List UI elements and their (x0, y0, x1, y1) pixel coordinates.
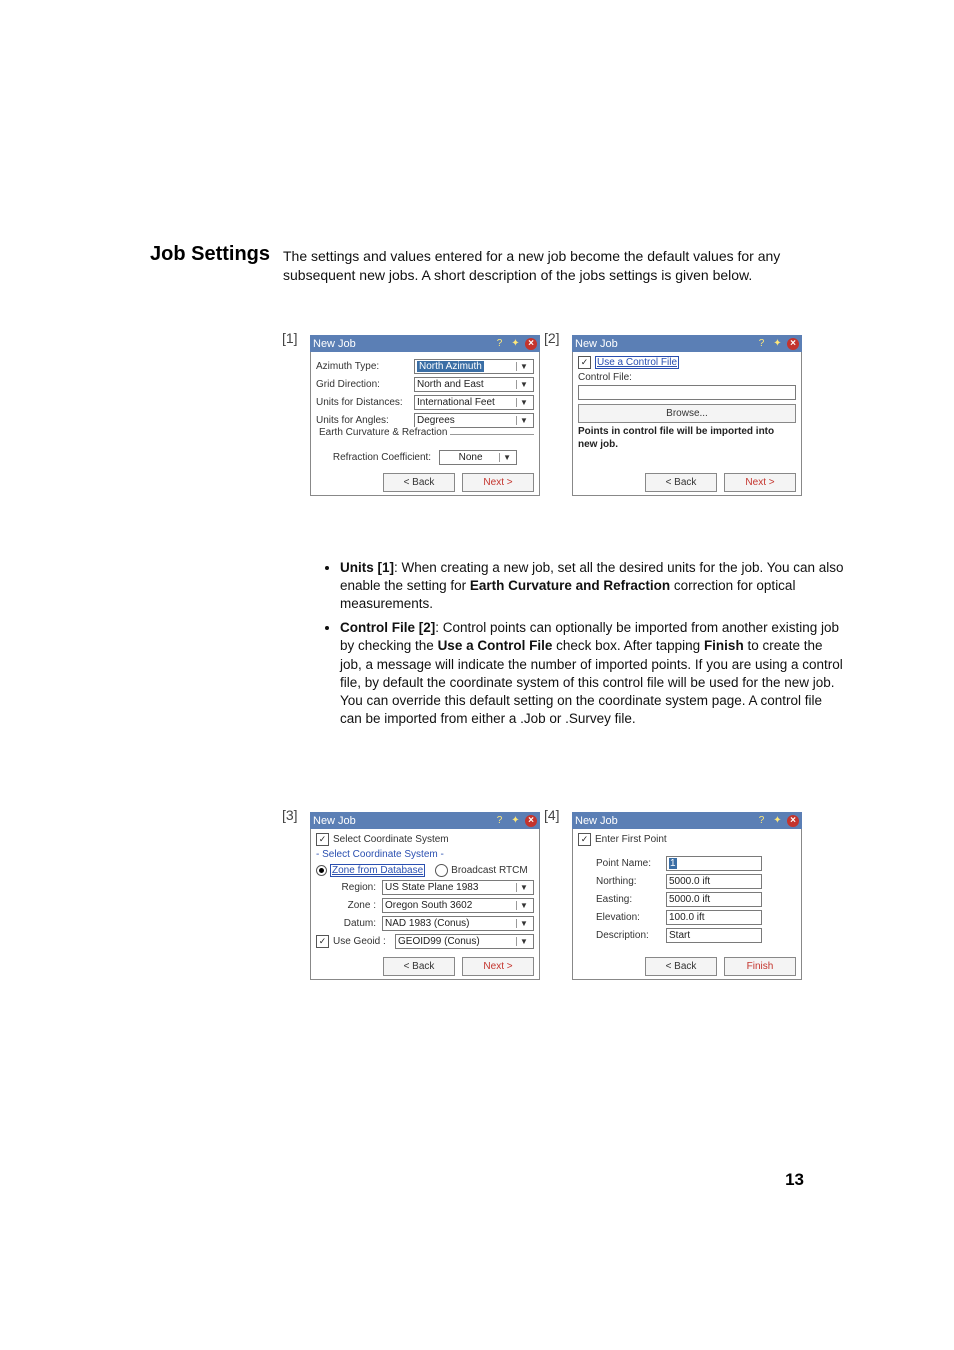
chevron-down-icon: ▼ (499, 453, 514, 462)
region-select[interactable]: US State Plane 1983▼ (382, 880, 534, 895)
close-icon[interactable]: × (787, 815, 799, 827)
close-icon[interactable]: × (525, 338, 537, 350)
chevron-down-icon: ▼ (516, 901, 531, 910)
next-button[interactable]: Next > (724, 473, 796, 492)
window-title: New Job (313, 815, 356, 827)
settings-icon[interactable]: ✦ (771, 814, 784, 827)
point-name-label: Point Name: (596, 858, 666, 869)
grid-direction-select[interactable]: North and East▼ (414, 377, 534, 392)
angle-units-label: Units for Angles: (316, 415, 414, 426)
settings-icon[interactable]: ✦ (509, 337, 522, 350)
section-heading: Job Settings (150, 243, 270, 266)
azimuth-type-select[interactable]: North Azimuth▼ (414, 359, 534, 374)
window-title: New Job (575, 338, 618, 350)
screenshot-2-control-file: [2] New Job ? ✦ × ✓ Use a Control File C… (572, 335, 802, 496)
use-control-file-checkbox[interactable]: ✓ (578, 356, 591, 369)
titlebar: New Job ? ✦ × (310, 812, 540, 829)
finish-button[interactable]: Finish (724, 957, 796, 976)
zone-from-db-label[interactable]: Zone from Database (330, 864, 425, 877)
back-button[interactable]: < Back (383, 473, 455, 492)
broadcast-rtcm-label: Broadcast RTCM (451, 865, 528, 876)
page-number: 13 (785, 1170, 804, 1190)
screenshot-tag: [2] (544, 330, 560, 346)
titlebar: New Job ? ✦ × (572, 335, 802, 352)
refraction-coeff-label: Refraction Coefficient: (333, 452, 431, 463)
refraction-coeff-select[interactable]: None▼ (439, 450, 517, 465)
zone-label: Zone : (330, 900, 376, 911)
azimuth-type-label: Azimuth Type: (316, 361, 414, 372)
use-geoid-label: Use Geoid : (333, 936, 391, 947)
description-list: Units [1]: When creating a new job, set … (300, 559, 845, 735)
section-intro: The settings and values entered for a ne… (283, 247, 803, 285)
settings-icon[interactable]: ✦ (771, 337, 784, 350)
description-input[interactable]: Start (666, 928, 762, 943)
angle-units-select[interactable]: Degrees▼ (414, 413, 534, 428)
northing-input[interactable]: 5000.0 ift (666, 874, 762, 889)
browse-button[interactable]: Browse... (578, 404, 796, 423)
close-icon[interactable]: × (525, 815, 537, 827)
close-icon[interactable]: × (787, 338, 799, 350)
zone-from-db-radio[interactable] (316, 865, 327, 876)
point-name-input[interactable]: 1 (666, 856, 762, 871)
help-icon[interactable]: ? (755, 814, 768, 827)
geoid-select[interactable]: GEOID99 (Conus)▼ (395, 934, 534, 949)
control-file-input[interactable] (578, 385, 796, 400)
list-item: Units [1]: When creating a new job, set … (340, 559, 845, 614)
help-icon[interactable]: ? (493, 337, 506, 350)
distance-units-select[interactable]: International Feet▼ (414, 395, 534, 410)
distance-units-label: Units for Distances: (316, 397, 414, 408)
screenshot-4-first-point: [4] New Job ? ✦ × ✓ Enter First Point Po… (572, 812, 802, 980)
list-item: Control File [2]: Control points can opt… (340, 619, 845, 728)
enter-first-point-label: Enter First Point (595, 834, 667, 845)
import-note: Points in control file will be imported … (578, 425, 796, 451)
help-icon[interactable]: ? (493, 814, 506, 827)
control-file-label: Control File: (578, 372, 796, 383)
back-button[interactable]: < Back (383, 957, 455, 976)
window-title: New Job (575, 815, 618, 827)
chevron-down-icon: ▼ (516, 937, 531, 946)
window-title: New Job (313, 338, 356, 350)
screenshot-3-coord-system: [3] New Job ? ✦ × ✓ Select Coordinate Sy… (310, 812, 540, 980)
zone-select[interactable]: Oregon South 3602▼ (382, 898, 534, 913)
screenshot-1-units: [1] New Job ? ✦ × Azimuth Type: North Az… (310, 335, 540, 496)
datum-select[interactable]: NAD 1983 (Conus)▼ (382, 916, 534, 931)
next-button[interactable]: Next > (462, 473, 534, 492)
select-coord-system-label: Select Coordinate System (333, 834, 449, 845)
chevron-down-icon: ▼ (516, 398, 531, 407)
titlebar: New Job ? ✦ × (310, 335, 540, 352)
screenshot-tag: [1] (282, 330, 298, 346)
chevron-down-icon: ▼ (516, 883, 531, 892)
northing-label: Northing: (596, 876, 666, 887)
region-label: Region: (330, 882, 376, 893)
chevron-down-icon: ▼ (516, 919, 531, 928)
use-control-file-label[interactable]: Use a Control File (595, 356, 679, 369)
easting-label: Easting: (596, 894, 666, 905)
grid-direction-label: Grid Direction: (316, 379, 414, 390)
chevron-down-icon: ▼ (516, 416, 531, 425)
titlebar: New Job ? ✦ × (572, 812, 802, 829)
screenshot-tag: [4] (544, 807, 560, 823)
coord-system-subheader: - Select Coordinate System - (316, 849, 534, 860)
elevation-input[interactable]: 100.0 ift (666, 910, 762, 925)
earth-curvature-group: Earth Curvature & Refraction (316, 434, 534, 446)
settings-icon[interactable]: ✦ (509, 814, 522, 827)
select-coord-system-checkbox[interactable]: ✓ (316, 833, 329, 846)
easting-input[interactable]: 5000.0 ift (666, 892, 762, 907)
screenshot-tag: [3] (282, 807, 298, 823)
datum-label: Datum: (330, 918, 376, 929)
description-label: Description: (596, 930, 666, 941)
next-button[interactable]: Next > (462, 957, 534, 976)
elevation-label: Elevation: (596, 912, 666, 923)
enter-first-point-checkbox[interactable]: ✓ (578, 833, 591, 846)
back-button[interactable]: < Back (645, 957, 717, 976)
chevron-down-icon: ▼ (516, 380, 531, 389)
use-geoid-checkbox[interactable]: ✓ (316, 935, 329, 948)
chevron-down-icon: ▼ (516, 362, 531, 371)
broadcast-rtcm-radio[interactable] (435, 864, 448, 877)
help-icon[interactable]: ? (755, 337, 768, 350)
back-button[interactable]: < Back (645, 473, 717, 492)
